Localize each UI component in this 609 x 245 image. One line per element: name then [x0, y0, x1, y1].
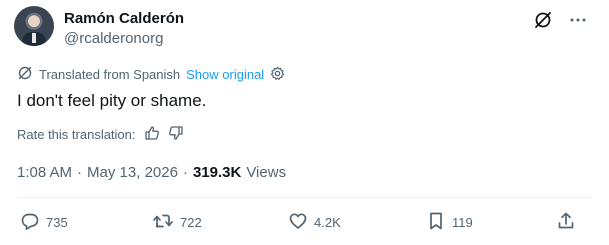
header-actions — [533, 10, 587, 30]
tweet-meta: 1:08 AM · May 13, 2026 · 319.3K Views — [17, 164, 286, 181]
tweet-text: I don't feel pity or shame. — [17, 91, 207, 110]
bookmark-button[interactable]: 119 — [426, 211, 473, 234]
thumbs-up-icon[interactable] — [144, 125, 160, 144]
share-icon — [556, 211, 576, 234]
divider — [17, 197, 592, 198]
translated-label: Translated from Spanish — [39, 67, 181, 82]
like-button[interactable]: 4.2K — [288, 211, 341, 234]
author-handle[interactable]: @rcalderonorg — [64, 29, 184, 49]
tweet-date[interactable]: May 13, 2026 — [87, 164, 178, 181]
like-icon — [288, 211, 308, 234]
views-count: 319.3K — [192, 164, 242, 181]
translate-icon — [17, 65, 33, 84]
author-display-name[interactable]: Ramón Calderón — [64, 9, 184, 28]
repost-count: 722 — [180, 215, 202, 230]
thumbs-down-icon[interactable] — [168, 125, 184, 144]
show-original-link[interactable]: Show original — [186, 67, 264, 82]
author-block: Ramón Calderón @rcalderonorg — [64, 9, 184, 49]
meta-separator: · — [77, 164, 83, 181]
reply-button[interactable]: 735 — [20, 211, 68, 234]
avatar[interactable] — [14, 6, 54, 46]
repost-button[interactable]: 722 — [152, 211, 202, 234]
share-button[interactable] — [556, 211, 576, 234]
rate-translation-label: Rate this translation: — [17, 127, 136, 142]
tweet-time[interactable]: 1:08 AM — [17, 164, 72, 181]
bookmark-count: 119 — [452, 215, 473, 230]
more-icon[interactable] — [569, 11, 587, 29]
meta-separator: · — [182, 164, 188, 181]
translation-row: Translated from Spanish Show original — [17, 65, 285, 84]
settings-icon[interactable] — [270, 66, 285, 84]
bookmark-icon — [426, 211, 446, 234]
views-label: Views — [246, 164, 287, 181]
tweet-header: Ramón Calderón @rcalderonorg — [14, 6, 595, 52]
tweet-actions: 735 722 4.2K 119 — [20, 211, 580, 235]
like-count: 4.2K — [314, 215, 341, 230]
reply-icon — [20, 211, 40, 234]
repost-icon — [152, 211, 174, 234]
rate-translation-row: Rate this translation: — [17, 125, 184, 144]
reply-count: 735 — [46, 215, 68, 230]
grok-icon[interactable] — [533, 10, 553, 30]
